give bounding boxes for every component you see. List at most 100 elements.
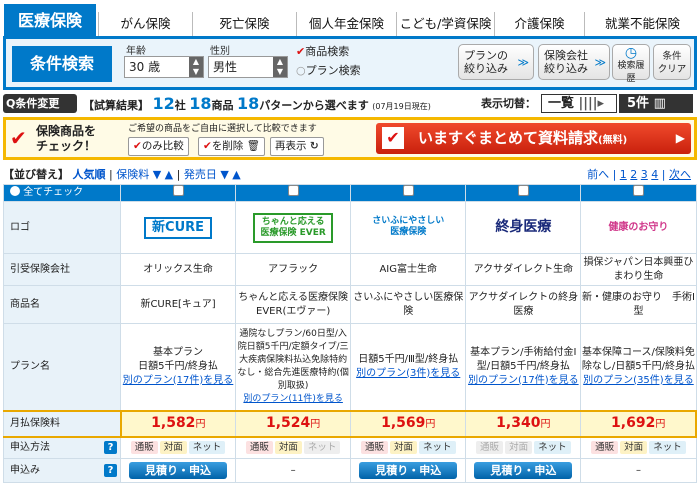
product-name-cell: アクサダイレクトの終身医療 (465, 285, 582, 324)
product-name-cell: ちゃんと応える医療保険 EVER(エヴァー) (235, 285, 358, 324)
premium-cell: 1,582円 (119, 409, 237, 438)
remove-button[interactable]: ✔を削除 🗑 (198, 137, 265, 156)
search-history-button[interactable]: ◷ 検索履歴 (612, 44, 650, 84)
product-name-cell: さいふにやさしい医療保険 (350, 285, 467, 324)
columns-icon: ▥ (653, 96, 666, 111)
checkmark-icon: ✔ (133, 140, 142, 152)
product-name-cell: 新CURE[キュア] (119, 285, 237, 324)
product-checkbox[interactable] (119, 184, 237, 202)
company-cell: オリックス生命 (119, 253, 237, 286)
plan-cell: 基本保障コース/保険料免除なし/日額5千円/終身払 別のプラン(35件)を見る (580, 323, 697, 411)
page-1[interactable]: 1 (620, 168, 627, 181)
tab-disability[interactable]: 就業不能保険 (584, 12, 700, 36)
tab-care[interactable]: 介護保険 (494, 12, 584, 36)
help-icon[interactable]: ? (104, 440, 117, 454)
search-panel: 条件検索 年齢 30 歳 ▲ ▼ 性別 男性 ▲ ▼ ✔商品検索 ○プラン検索 プランの… (3, 36, 697, 90)
product-logo: 健康のお守り (580, 201, 697, 254)
product-checkbox[interactable] (580, 184, 697, 202)
plan-search-radio[interactable]: ○プラン検索 (296, 62, 361, 78)
table-row-logo: ロゴ 新CURE ちゃんと応える医療保険 EVER さいふにやさしい医療保険 終… (3, 201, 697, 254)
table-row-plan: プラン名 基本プラン 日額5千円/終身払 別のプラン(17件)を見る 通院なしプラ… (3, 323, 697, 411)
row-label: 引受保険会社 (3, 253, 121, 286)
help-icon[interactable]: ? (104, 463, 117, 477)
refresh-icon: ↻ (309, 140, 319, 152)
select-arrow-icon: ▲ ▼ (189, 57, 203, 77)
product-logo: 新CURE (119, 201, 237, 254)
sort-premium[interactable]: 保険料 ▼ ▲ (116, 168, 173, 181)
trash-icon: 🗑 (246, 140, 260, 152)
checkmark-icon: ✔ (382, 127, 404, 149)
comparison-table: 全てチェック ロゴ 新CURE ちゃんと応える医療保険 EVER さいふにやさし… (3, 184, 698, 483)
tab-cancer[interactable]: がん保険 (98, 12, 192, 36)
select-arrow-icon: ▲ ▼ (273, 57, 287, 77)
company-cell: アフラック (235, 253, 352, 286)
display-switch-label: 表示切替： (481, 97, 536, 110)
sort-popular[interactable]: 人気順 (73, 168, 106, 181)
result-summary: 【試算結果】 12社 18商品 18パターンから選べます (07月19日現在) (83, 94, 431, 113)
other-plans-link[interactable]: 別のプラン(11件)を見る (236, 393, 350, 406)
tab-death[interactable]: 死亡保険 (192, 12, 296, 36)
product-checkbox[interactable] (465, 184, 582, 202)
tab-pension[interactable]: 個人年金保険 (296, 12, 396, 36)
row-label: 申込方法? (3, 436, 121, 459)
tab-children[interactable]: こども/学資保険 (396, 12, 494, 36)
table-row-product: 商品名 新CURE[キュア] ちゃんと応える医療保険 EVER(エヴァー) さい… (3, 285, 697, 324)
apply-cell: – (580, 458, 697, 483)
product-checkbox[interactable] (350, 184, 467, 202)
method-cell: 通販 対面 ネット (465, 436, 582, 459)
checkmark-icon: ✔ (296, 45, 306, 58)
quote-apply-button[interactable]: 見積り・申込 (474, 462, 573, 479)
sex-select[interactable]: 男性 ▲ ▼ (208, 56, 288, 78)
plan-cell: 基本プラン/手術給付金Ⅰ型/日額5千円/終身払 別のプラン(17件)を見る (465, 323, 582, 411)
chevron-down-icon: ≫ (517, 56, 529, 69)
other-plans-link[interactable]: 別のプラン(3件)を見る (351, 367, 465, 381)
company-cell: AIG富士生命 (350, 253, 467, 286)
sort-bar: 【並び替え】 人気順 | 保険料 ▼ ▲ | 発売日 ▼ ▲ 前へ | 1 2 … (3, 164, 697, 182)
page-2[interactable]: 2 (630, 168, 637, 181)
sort-release[interactable]: 発売日 ▼ ▲ (184, 168, 241, 181)
check-all[interactable]: 全てチェック (3, 184, 121, 202)
method-cell: 通販 対面 ネット (119, 436, 237, 459)
plan-cell: 通院なしプラン/60日型/入院日額5千円/定額タイプ/三大疾病保険料払込免除特約… (235, 323, 352, 411)
sort-bar-left: 【並び替え】 人気順 | 保険料 ▼ ▲ | 発売日 ▼ ▲ (3, 168, 241, 181)
product-logo: 終身医療 (465, 201, 582, 254)
row-label: プラン名 (3, 323, 121, 411)
compare-only-button[interactable]: ✔のみ比較 (128, 137, 189, 156)
premium-cell: 1,340円 (465, 409, 582, 438)
next-page[interactable]: 次へ (669, 168, 691, 181)
row-label: 申込み? (3, 458, 121, 483)
clear-conditions-button[interactable]: 条件 クリア (653, 44, 691, 80)
request-documents-button[interactable]: ✔ いますぐまとめて資料請求(無料) ▶ (376, 123, 691, 154)
list-view-button[interactable]: 一覧 ||||▸ (541, 94, 617, 113)
other-plans-link[interactable]: 別のプラン(35件)を見る (581, 374, 695, 388)
list-icon: ||||▸ (578, 96, 605, 111)
company-filter-button[interactable]: 保険会社 絞り込み ≫ (538, 44, 610, 80)
table-row-company: 引受保険会社 オリックス生命 アフラック AIG富士生命 アクサダイレクト生命 … (3, 253, 697, 286)
table-row-method: 申込方法? 通販 対面 ネット 通販 対面 ネット 通販 対面 ネット 通販 対面 ネット 通販… (3, 436, 697, 459)
quote-apply-button[interactable]: 見積り・申込 (359, 462, 458, 479)
table-row-apply: 申込み? 見積り・申込 – 見積り・申込 見積り・申込 – (3, 458, 697, 483)
five-items-view-button[interactable]: 5件 ▥ (619, 94, 693, 113)
search-panel-title: 条件検索 (12, 46, 112, 82)
page-3[interactable]: 3 (641, 168, 648, 181)
page-4[interactable]: 4 (651, 168, 658, 181)
age-select[interactable]: 30 歳 ▲ ▼ (124, 56, 204, 78)
redisplay-button[interactable]: 再表示 ↻ (270, 137, 324, 156)
change-conditions-button[interactable]: Q条件変更 (3, 94, 77, 113)
cta-panel: ✔ 保険商品を チェック！ ご希望の商品をご自由に選択して比較できます ✔のみ比較… (3, 117, 697, 160)
plan-filter-button[interactable]: プランの 絞り込み ≫ (458, 44, 534, 80)
product-search-radio[interactable]: ✔商品検索 (296, 43, 349, 59)
checkmark-icon: ✔ (10, 126, 27, 150)
table-row-premium: 月払保険料 1,582円 1,524円 1,569円 1,340円 1,692円 (3, 409, 698, 438)
product-logo: さいふにやさしい医療保険 (350, 201, 467, 254)
product-checkbox[interactable] (235, 184, 352, 202)
quote-apply-button[interactable]: 見積り・申込 (129, 462, 228, 479)
apply-cell: 見積り・申込 (350, 458, 467, 483)
tab-medical[interactable]: 医療保険 (4, 4, 96, 37)
prev-page[interactable]: 前へ (587, 168, 609, 181)
other-plans-link[interactable]: 別のプラン(17件)を見る (121, 374, 235, 388)
other-plans-link[interactable]: 別のプラン(17件)を見る (466, 374, 580, 388)
cta-hint: ご希望の商品をご自由に選択して比較できます (128, 124, 317, 134)
table-header-row: 全てチェック (3, 184, 697, 202)
method-cell: 通販 対面 ネット (580, 436, 697, 459)
